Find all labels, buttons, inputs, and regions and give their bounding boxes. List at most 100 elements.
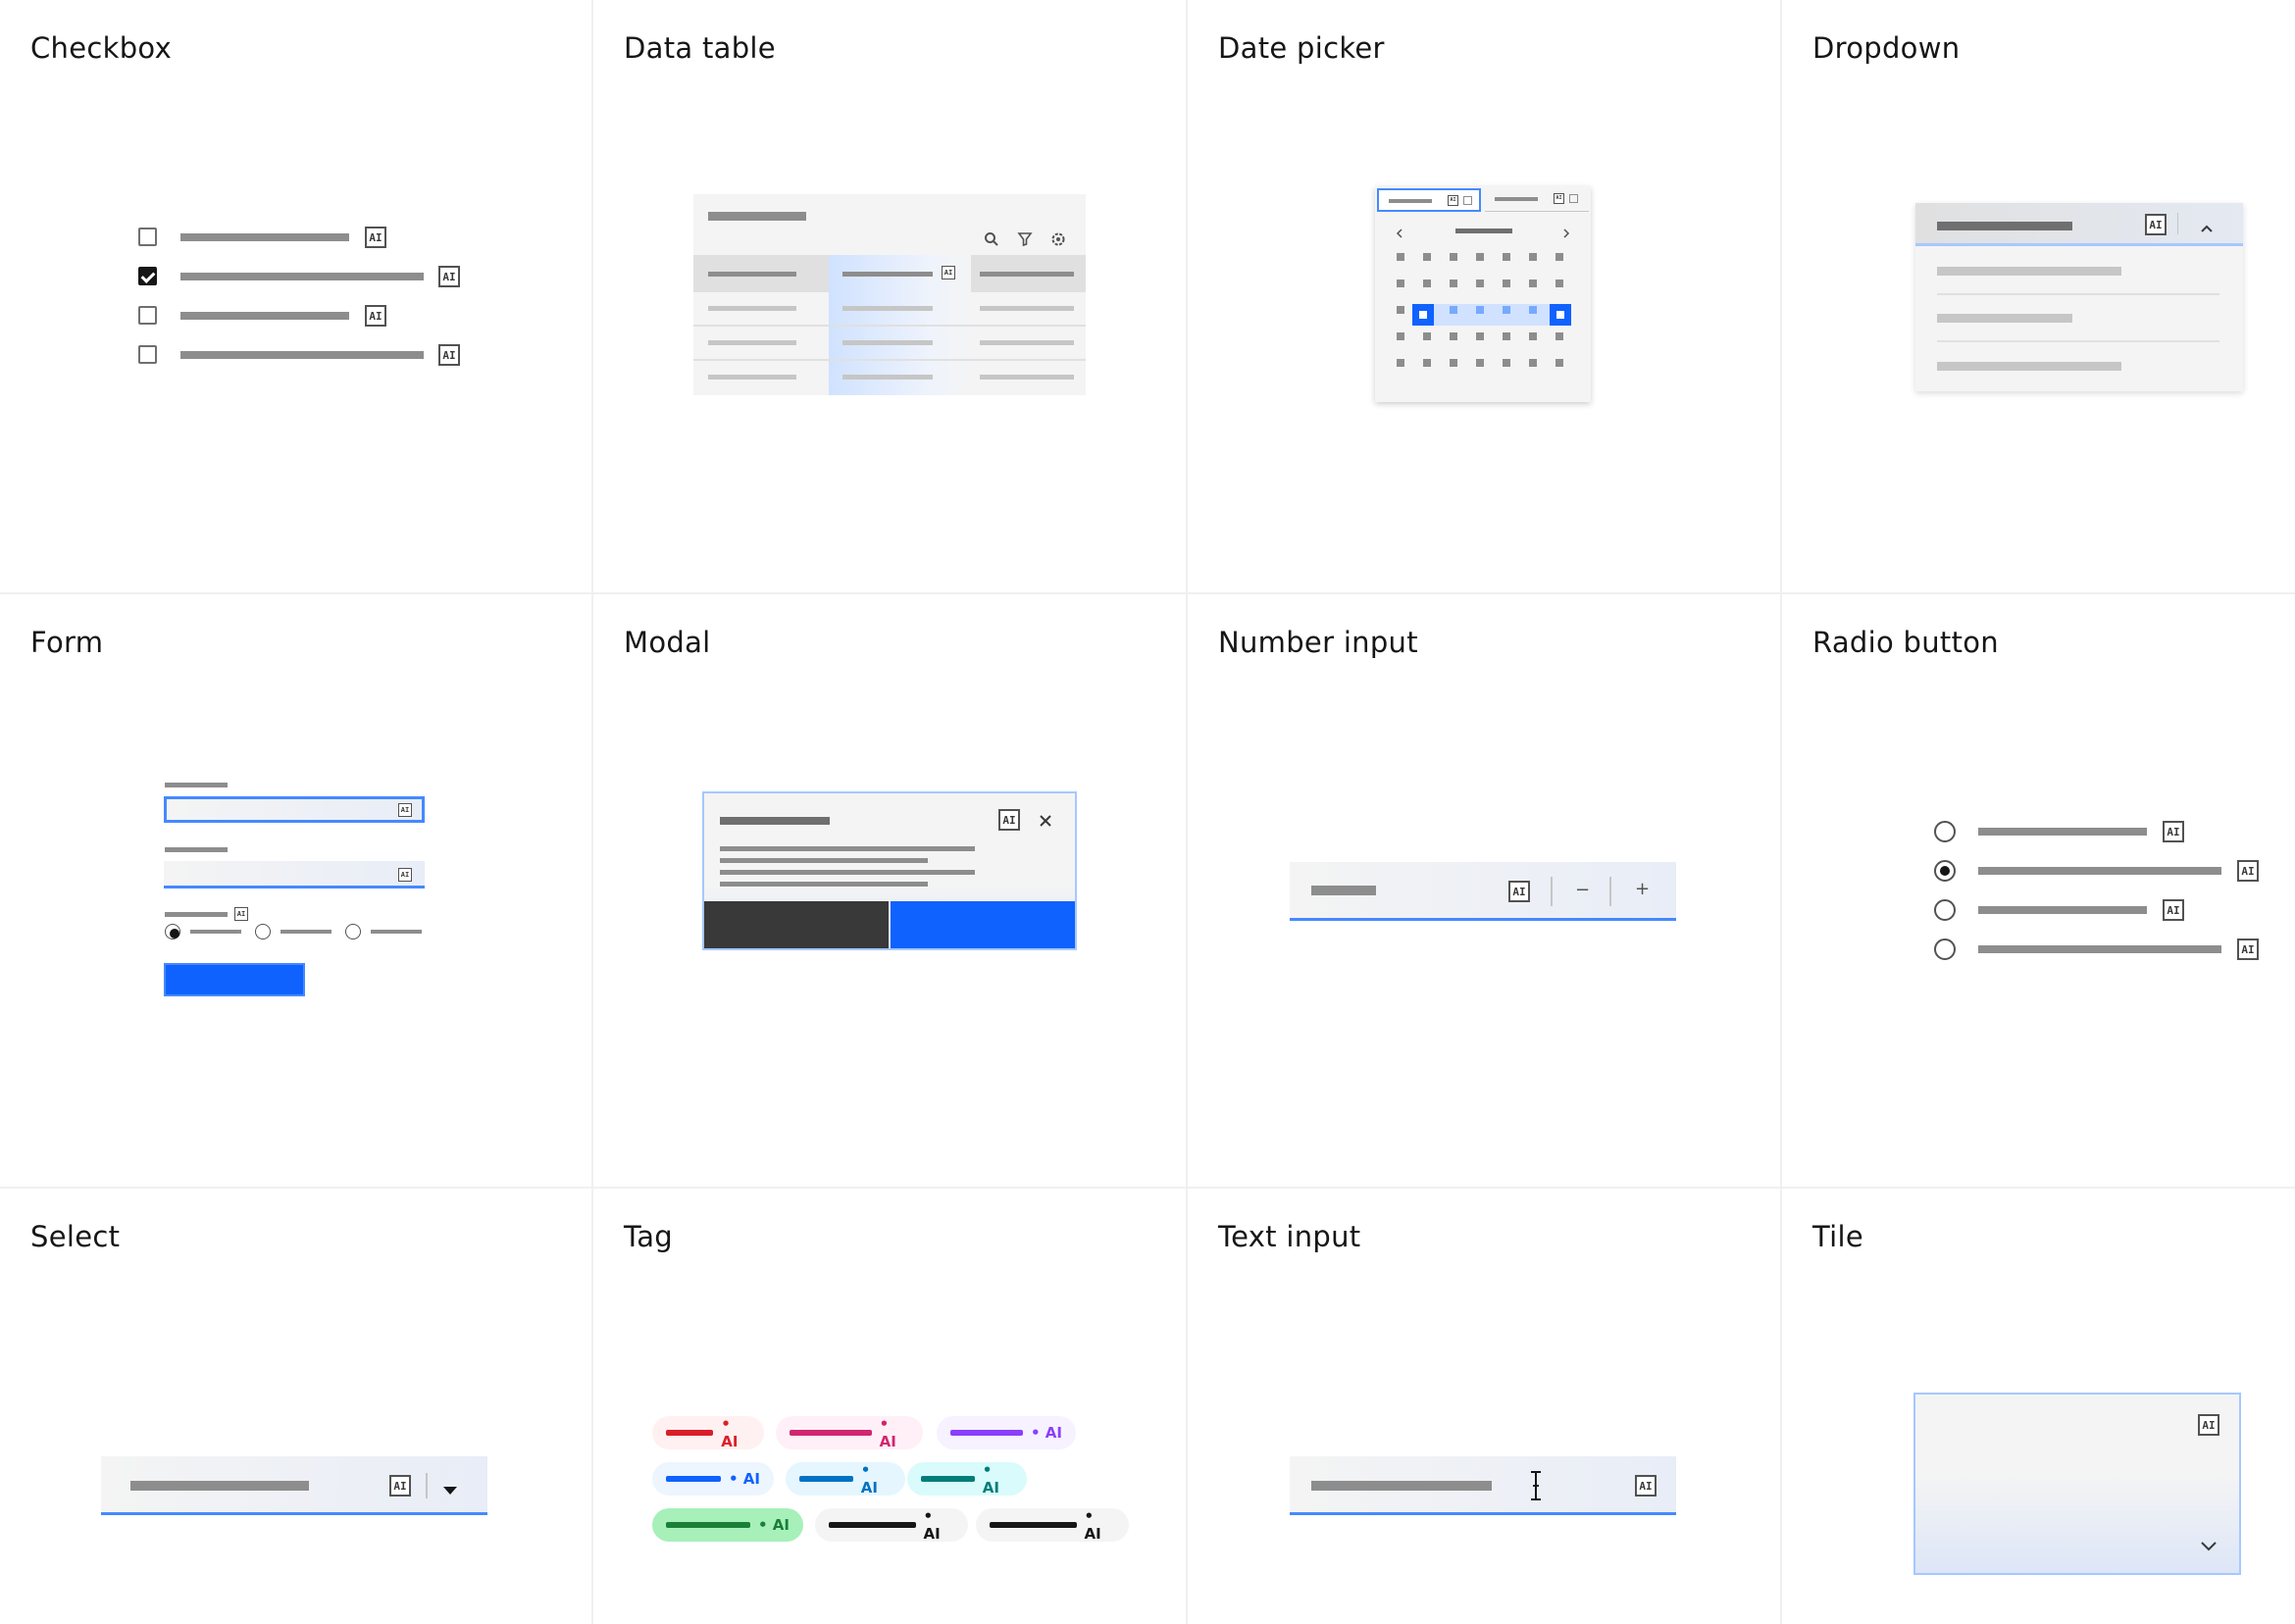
calendar-day[interactable]: [1529, 253, 1537, 261]
tag-cool-gray[interactable]: • AI: [976, 1507, 1129, 1543]
text-input-card[interactable]: Text input AI: [1188, 1189, 1780, 1624]
ai-label-icon[interactable]: AI: [365, 227, 386, 248]
form-text-field[interactable]: AI: [164, 861, 425, 888]
ai-label-icon[interactable]: AI: [1635, 1475, 1657, 1497]
ai-label-icon[interactable]: AI: [2163, 821, 2184, 842]
ai-label-icon[interactable]: AI: [398, 803, 412, 817]
checkbox[interactable]: [138, 345, 157, 364]
calendar-day[interactable]: [1450, 359, 1457, 367]
form-radio[interactable]: [255, 924, 271, 939]
calendar-day[interactable]: [1556, 253, 1563, 261]
select-field[interactable]: AI: [101, 1456, 487, 1515]
calendar-day[interactable]: [1450, 332, 1457, 340]
tag-gray[interactable]: • AI: [815, 1507, 968, 1543]
radio-button-selected[interactable]: [1934, 860, 1956, 882]
calendar-day[interactable]: [1556, 332, 1563, 340]
range-end-day[interactable]: [1550, 304, 1571, 326]
caret-down-icon[interactable]: [442, 1481, 458, 1495]
checkbox[interactable]: [138, 306, 157, 325]
calendar-day[interactable]: [1476, 306, 1484, 314]
calendar-day[interactable]: [1476, 253, 1484, 261]
tag-teal[interactable]: • AI: [907, 1461, 1027, 1497]
ai-label-icon[interactable]: AI: [398, 868, 412, 882]
calendar-day[interactable]: [1450, 306, 1457, 314]
tag-green[interactable]: • AI: [652, 1508, 803, 1542]
calendar-day[interactable]: [1529, 279, 1537, 287]
ai-label-icon[interactable]: AI: [1508, 881, 1530, 902]
ai-label-icon[interactable]: AI: [389, 1475, 411, 1497]
ai-label-icon[interactable]: AI: [2163, 899, 2184, 921]
calendar-day[interactable]: [1423, 359, 1431, 367]
calendar-day[interactable]: [1503, 306, 1510, 314]
radio-button[interactable]: [1934, 821, 1956, 842]
ai-label-icon[interactable]: AI: [438, 266, 460, 287]
calendar-day[interactable]: [1476, 279, 1484, 287]
tag-card[interactable]: Tag • AI • AI • AI • AI • AI • AI • AI •…: [593, 1189, 1186, 1624]
tile-card[interactable]: Tile AI: [1782, 1189, 2295, 1624]
calendar-day[interactable]: [1397, 253, 1404, 261]
calendar-day[interactable]: [1423, 253, 1431, 261]
date-picker-card[interactable]: Date picker AI AI: [1188, 0, 1780, 592]
ai-label-icon[interactable]: AI: [942, 266, 955, 279]
tag-purple[interactable]: • AI: [937, 1416, 1076, 1449]
checkbox-checked[interactable]: [138, 267, 157, 285]
radio-button[interactable]: [1934, 939, 1956, 960]
select-card[interactable]: Select AI: [0, 1189, 591, 1624]
chevron-up-icon[interactable]: [2200, 219, 2214, 232]
range-start-day[interactable]: [1412, 304, 1434, 326]
dropdown-option-placeholder[interactable]: [1937, 362, 2121, 371]
submit-button[interactable]: [164, 963, 305, 996]
calendar-day[interactable]: [1397, 359, 1404, 367]
calendar-day[interactable]: [1476, 332, 1484, 340]
ai-label-icon[interactable]: AI: [998, 809, 1020, 831]
calendar-day[interactable]: [1503, 359, 1510, 367]
number-input-field[interactable]: AI − +: [1290, 862, 1676, 921]
calendar-day[interactable]: [1503, 332, 1510, 340]
tag-red[interactable]: • AI: [652, 1415, 764, 1450]
text-input-field[interactable]: AI: [1290, 1456, 1676, 1515]
gear-icon[interactable]: [1050, 231, 1066, 247]
calendar-day[interactable]: [1450, 253, 1457, 261]
increment-button[interactable]: +: [1635, 881, 1650, 898]
checkbox[interactable]: [138, 228, 157, 246]
form-text-field-focused[interactable]: AI: [164, 796, 425, 823]
filter-icon[interactable]: [1017, 231, 1033, 247]
ai-label-icon[interactable]: AI: [438, 344, 460, 366]
tag-blue[interactable]: • AI: [652, 1462, 774, 1496]
calendar-day[interactable]: [1556, 359, 1563, 367]
radio-button[interactable]: [1934, 899, 1956, 921]
ai-label-icon[interactable]: AI: [2198, 1414, 2219, 1436]
tag-cyan[interactable]: • AI: [786, 1461, 905, 1497]
checkbox-card[interactable]: Checkbox AI AI AI AI: [0, 0, 591, 592]
calendar-day[interactable]: [1450, 279, 1457, 287]
calendar-day[interactable]: [1529, 332, 1537, 340]
dropdown-card[interactable]: Dropdown AI: [1782, 0, 2295, 592]
modal-secondary-button[interactable]: [704, 901, 889, 948]
decrement-button[interactable]: −: [1575, 882, 1590, 899]
number-input-card[interactable]: Number input AI − +: [1188, 594, 1780, 1187]
ai-label-icon[interactable]: AI: [2145, 214, 2167, 235]
calendar-day[interactable]: [1476, 359, 1484, 367]
tag-magenta[interactable]: • AI: [776, 1415, 923, 1450]
ai-label-icon[interactable]: AI: [234, 907, 248, 921]
expandable-tile[interactable]: AI: [1913, 1393, 2241, 1575]
ai-label-icon[interactable]: AI: [365, 305, 386, 327]
chevron-down-icon[interactable]: [2200, 1538, 2218, 1551]
ai-label-icon[interactable]: AI: [2237, 939, 2259, 960]
calendar-day[interactable]: [1503, 279, 1510, 287]
dropdown-option-placeholder[interactable]: [1937, 267, 2121, 276]
calendar-day[interactable]: [1423, 332, 1431, 340]
calendar-day[interactable]: [1397, 279, 1404, 287]
calendar-day[interactable]: [1529, 359, 1537, 367]
form-card[interactable]: Form AI AI AI: [0, 594, 591, 1187]
search-icon[interactable]: [984, 231, 999, 247]
calendar-day[interactable]: [1503, 253, 1510, 261]
calendar-day[interactable]: [1529, 306, 1537, 314]
calendar-day[interactable]: [1423, 279, 1431, 287]
form-radio[interactable]: [345, 924, 361, 939]
calendar-day[interactable]: [1397, 332, 1404, 340]
modal-primary-button[interactable]: [891, 901, 1075, 948]
ai-label-icon[interactable]: AI: [2237, 860, 2259, 882]
dropdown-field[interactable]: AI: [1915, 203, 2243, 246]
calendar-day[interactable]: [1397, 306, 1404, 314]
